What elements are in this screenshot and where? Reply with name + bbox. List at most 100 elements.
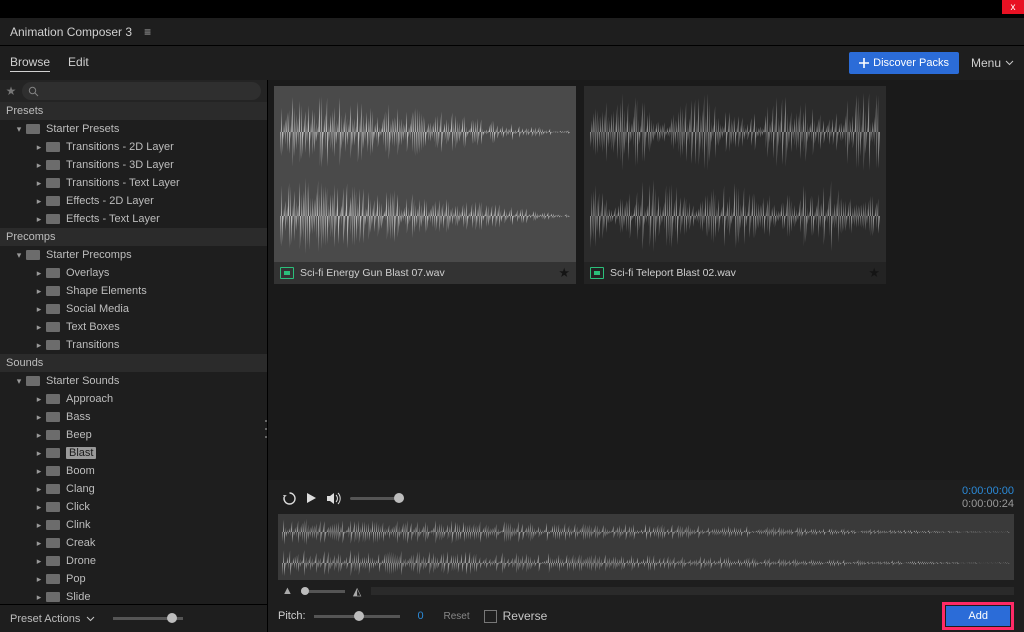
tree-label: Pop [66, 573, 86, 585]
chevron-right-icon: ▸ [34, 502, 44, 513]
menu-button[interactable]: Menu [971, 56, 1014, 70]
category-tree[interactable]: Presets▾Starter Presets▸Transitions - 2D… [0, 102, 267, 604]
preview-controls: 0:00:00:00 0:00:00:24 [278, 486, 1014, 510]
asset-name: Sci-fi Teleport Blast 02.wav [610, 267, 736, 279]
tree-item[interactable]: ▸Effects - Text Layer [0, 210, 267, 228]
zoom-slider[interactable] [301, 590, 345, 593]
tree-label: Effects - 2D Layer [66, 195, 154, 207]
search-row: ★ [0, 80, 267, 102]
tree-item[interactable]: ▸Click [0, 498, 267, 516]
zoom-row: ▲ ◭ [278, 582, 1014, 600]
tree-item[interactable]: ▸Transitions - 2D Layer [0, 138, 267, 156]
waveform-icon [282, 549, 1010, 577]
tree-item[interactable]: ▸Transitions [0, 336, 267, 354]
chevron-right-icon: ▸ [34, 160, 44, 171]
tree-label: Transitions [66, 339, 119, 351]
loop-button[interactable] [278, 487, 300, 509]
window-close-button[interactable]: x [1002, 0, 1024, 14]
preset-actions-bar: Preset Actions [0, 604, 267, 632]
tree-label: Starter Sounds [46, 375, 119, 387]
pitch-label: Pitch: [278, 610, 306, 622]
appbar: Animation Composer 3 ≡ [0, 18, 1024, 46]
timecode-total: 0:00:00:24 [962, 498, 1014, 511]
folder-icon [26, 376, 40, 386]
bottom-bar: Pitch: 0 Reset Reverse Add [268, 600, 1024, 632]
add-button[interactable]: Add [946, 606, 1010, 626]
zoom-in-icon[interactable]: ◭ [349, 585, 365, 598]
tree-item[interactable]: ▸Overlays [0, 264, 267, 282]
tree-item[interactable]: ▸Shape Elements [0, 282, 267, 300]
tree-item[interactable]: ▸Creak [0, 534, 267, 552]
pitch-slider[interactable] [314, 615, 400, 618]
tree-parent[interactable]: ▾Starter Presets [0, 120, 267, 138]
add-button-highlight: Add [942, 602, 1014, 630]
asset-card[interactable]: Sci-fi Energy Gun Blast 07.wav ★ [274, 86, 576, 284]
sidebar: ★ Presets▾Starter Presets▸Transitions - … [0, 80, 268, 632]
tab-edit[interactable]: Edit [68, 55, 89, 71]
reverse-checkbox[interactable] [484, 610, 497, 623]
chevron-right-icon: ▸ [34, 574, 44, 585]
tree-item[interactable]: ▸Bass [0, 408, 267, 426]
plus-icon [859, 58, 869, 68]
tree-item[interactable]: ▸Transitions - Text Layer [0, 174, 267, 192]
waveform-thumbnail [584, 86, 886, 262]
tree-group-head: Precomps [0, 228, 267, 246]
tree-parent[interactable]: ▾Starter Precomps [0, 246, 267, 264]
folder-icon [46, 286, 60, 296]
chevron-right-icon: ▸ [34, 268, 44, 279]
app-menu-icon[interactable]: ≡ [144, 25, 151, 39]
chevron-right-icon: ▸ [34, 466, 44, 477]
tree-label: Boom [66, 465, 95, 477]
asset-name: Sci-fi Energy Gun Blast 07.wav [300, 267, 445, 279]
volume-slider[interactable] [350, 497, 404, 500]
tree-item[interactable]: ▸Beep [0, 426, 267, 444]
play-button[interactable] [300, 487, 322, 509]
chevron-right-icon: ▸ [34, 304, 44, 315]
tree-item[interactable]: ▸Clink [0, 516, 267, 534]
pitch-reset-button[interactable]: Reset [444, 611, 470, 622]
favorite-button[interactable]: ★ [558, 265, 570, 281]
tree-item[interactable]: ▸Social Media [0, 300, 267, 318]
reverse-label: Reverse [503, 609, 548, 623]
tree-item[interactable]: ▸ Pop [0, 570, 267, 588]
chevron-right-icon: ▸ [34, 592, 44, 603]
asset-card[interactable]: Sci-fi Teleport Blast 02.wav ★ [584, 86, 886, 284]
tree-item[interactable]: ▸ Effects - 2D Layer [0, 192, 267, 210]
preview-waveform[interactable] [278, 514, 1014, 580]
folder-icon [46, 538, 60, 548]
tree-item[interactable]: ▸Slide [0, 588, 267, 604]
chevron-right-icon: ▸ [34, 196, 44, 207]
tree-item[interactable]: ▸Approach [0, 390, 267, 408]
discover-label: Discover Packs [873, 57, 949, 69]
favorite-button[interactable]: ★ [868, 265, 880, 281]
tree-label: Transitions - 3D Layer [66, 159, 174, 171]
panel-resize-handle[interactable] [265, 420, 268, 438]
tree-item[interactable]: ▸Clang [0, 480, 267, 498]
waveform-icon [590, 176, 880, 256]
tree-item[interactable]: ▸Blast [0, 444, 267, 462]
timeline-scrollbar[interactable] [371, 587, 1014, 595]
favorites-filter-button[interactable]: ★ [0, 84, 22, 98]
asset-caption: Sci-fi Energy Gun Blast 07.wav ★ [274, 262, 576, 284]
search-input[interactable] [22, 82, 261, 100]
tree-item[interactable]: ▸Text Boxes [0, 318, 267, 336]
chevron-right-icon: ▸ [34, 448, 44, 459]
thumbnail-size-slider[interactable] [113, 617, 183, 620]
chevron-right-icon: ▸ [34, 286, 44, 297]
pitch-value[interactable]: 0 [412, 610, 430, 622]
tab-browse[interactable]: Browse [10, 55, 50, 72]
menu-label: Menu [971, 56, 1001, 70]
tree-parent[interactable]: ▾Starter Sounds [0, 372, 267, 390]
volume-button[interactable] [322, 487, 344, 509]
tree-item[interactable]: ▸ Boom [0, 462, 267, 480]
zoom-out-icon[interactable]: ▲ [278, 585, 297, 597]
tree-label: Clink [66, 519, 90, 531]
folder-icon [46, 178, 60, 188]
chevron-down-icon[interactable] [86, 616, 95, 622]
tree-item[interactable]: ▸Drone [0, 552, 267, 570]
tree-label: Starter Presets [46, 123, 119, 135]
discover-packs-button[interactable]: Discover Packs [849, 52, 959, 74]
folder-icon [46, 142, 60, 152]
tree-item[interactable]: ▸ Transitions - 3D Layer [0, 156, 267, 174]
chevron-right-icon: ▸ [34, 142, 44, 153]
